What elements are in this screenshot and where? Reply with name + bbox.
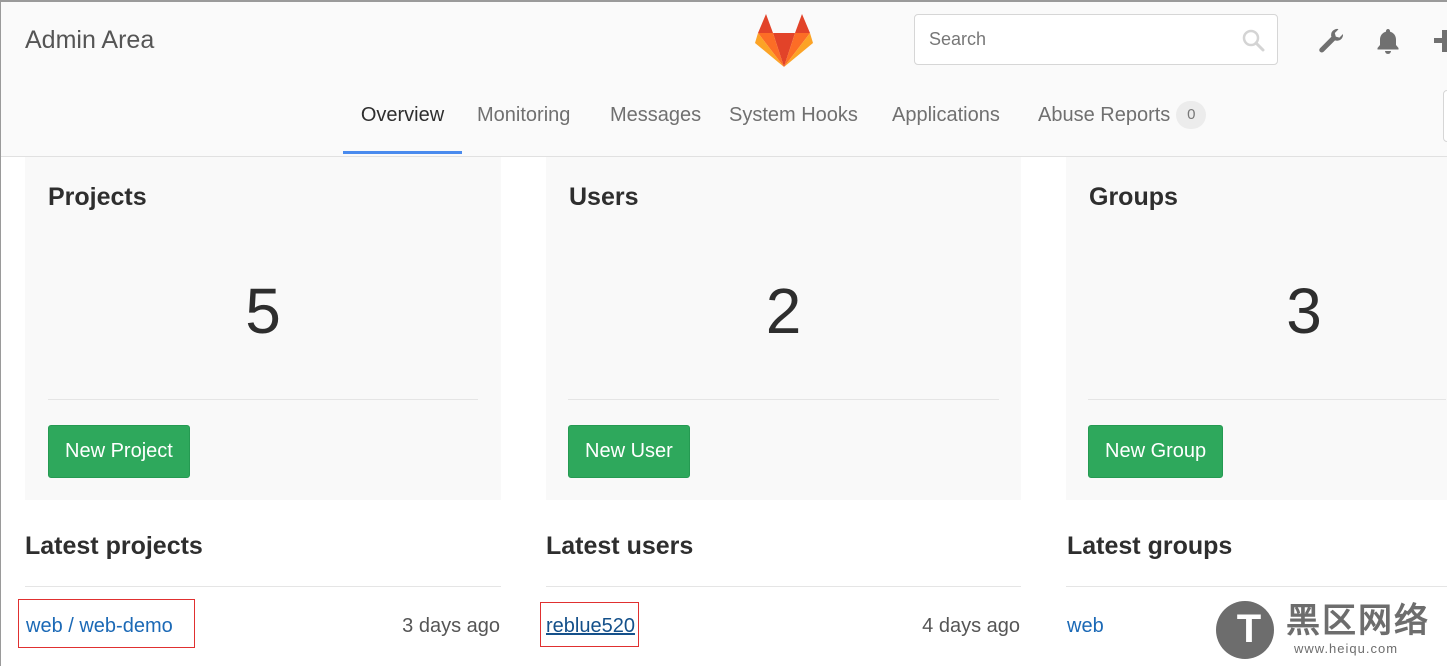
project-time: 3 days ago [402, 615, 500, 637]
user-link[interactable]: reblue520 [546, 612, 635, 640]
card-title: Groups [1089, 183, 1178, 211]
watermark-logo-icon: T [1216, 601, 1274, 659]
watermark-letter: T [1236, 607, 1262, 651]
plus-icon[interactable] [1430, 26, 1447, 56]
card-divider [568, 399, 999, 400]
tab-overview[interactable]: Overview [343, 86, 462, 154]
tab-label: Messages [610, 104, 702, 126]
projects-card: Projects 5 New Project [25, 157, 501, 500]
tab-label: Overview [360, 104, 445, 126]
latest-groups-title: Latest groups [1067, 532, 1233, 560]
page-title: Admin Area [25, 26, 155, 54]
wrench-icon[interactable] [1316, 26, 1346, 56]
card-title: Projects [48, 183, 147, 211]
tab-abuse-reports[interactable]: Abuse Reports 0 [1038, 86, 1207, 154]
tab-label: Applications [892, 104, 1000, 126]
latest-divider [1066, 586, 1447, 587]
new-project-button[interactable]: New Project [48, 425, 190, 478]
user-time: 4 days ago [922, 615, 1020, 637]
groups-card: Groups 3 New Group [1066, 157, 1447, 500]
search-box [914, 14, 1278, 65]
projects-count: 5 [245, 275, 281, 347]
tab-monitoring[interactable]: Monitoring [477, 86, 570, 154]
users-count: 2 [765, 275, 802, 347]
admin-tabs: Overview Monitoring Messages System Hook… [0, 86, 1447, 156]
latest-users-title: Latest users [546, 532, 694, 560]
latest-divider [546, 586, 1021, 587]
groups-count: 3 [1286, 275, 1322, 347]
tab-label: Monitoring [477, 104, 571, 126]
latest-projects-title: Latest projects [25, 532, 203, 560]
tab-messages[interactable]: Messages [610, 86, 701, 154]
tab-label: System Hooks [729, 104, 858, 126]
card-divider [1088, 399, 1446, 400]
tab-applications[interactable]: Applications [892, 86, 1000, 154]
users-card: Users 2 New User [546, 157, 1021, 500]
gitlab-logo[interactable] [755, 14, 813, 68]
search-input[interactable] [915, 15, 1249, 64]
admin-header: Admin Area Overview Monitoring [0, 0, 1447, 157]
tab-label: Abuse Reports [1038, 104, 1171, 126]
new-group-button[interactable]: New Group [1088, 425, 1224, 478]
watermark-url: www.heiqu.com [1294, 641, 1399, 656]
card-divider [48, 399, 478, 400]
abuse-count-badge: 0 [1176, 101, 1207, 129]
watermark-text: 黑区网络 [1286, 602, 1430, 640]
card-title: Users [569, 183, 639, 211]
search-icon[interactable] [1241, 28, 1265, 52]
tab-system-hooks[interactable]: System Hooks [729, 86, 858, 154]
new-user-button[interactable]: New User [568, 425, 690, 478]
group-link[interactable]: web [1067, 612, 1104, 640]
tab-scroll-control[interactable] [1443, 90, 1447, 142]
project-link[interactable]: web / web-demo [26, 612, 173, 640]
latest-divider [25, 586, 501, 587]
bell-icon[interactable] [1373, 26, 1403, 56]
site-watermark: T 黑区网络 www.heiqu.com [1212, 598, 1447, 666]
